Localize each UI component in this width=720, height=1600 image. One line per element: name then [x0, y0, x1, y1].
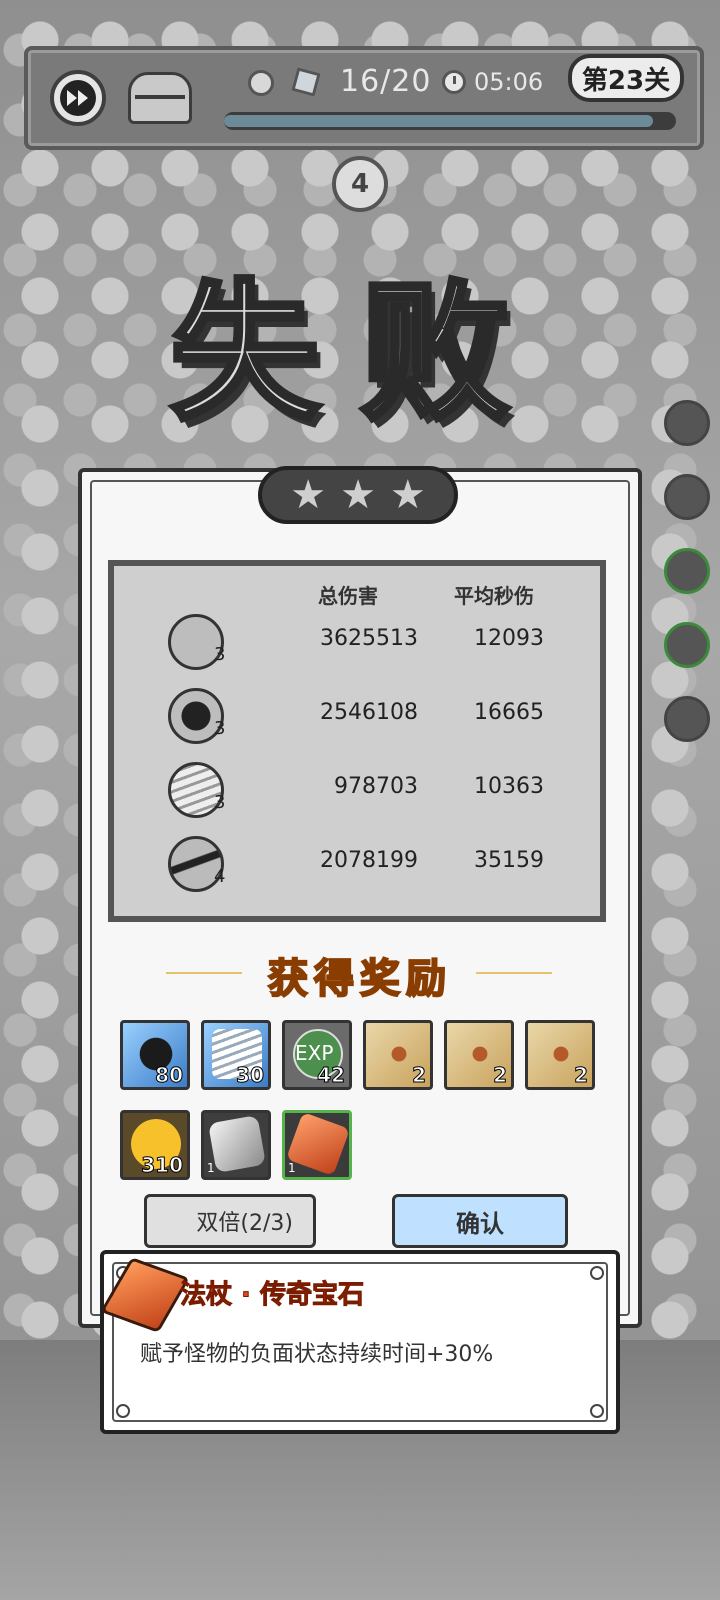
stone-icon: [208, 1115, 266, 1173]
dps-value: 35159: [474, 848, 544, 873]
coin-icon: [248, 70, 274, 96]
wave-counter: 16/20: [340, 64, 432, 99]
skill-level: 3: [214, 718, 226, 739]
reward-item[interactable]: EXP 42: [282, 1020, 352, 1090]
total-damage-value: 2078199: [320, 848, 418, 873]
reward-item[interactable]: 2: [363, 1020, 433, 1090]
legendary-gem-icon: [100, 1257, 190, 1333]
item-count: 310: [141, 1153, 184, 1178]
skill-icon: [664, 400, 710, 446]
clock-icon: [442, 70, 466, 94]
side-skill-icons: [664, 400, 714, 770]
corner-dot: [590, 1404, 604, 1418]
wave-progress-bar: [224, 112, 676, 130]
skill-icon: [664, 474, 710, 520]
reward-item[interactable]: 1: [201, 1110, 271, 1180]
dps-value: 12093: [474, 626, 544, 651]
skill-icon: [664, 622, 710, 668]
total-damage-value: 3625513: [320, 626, 418, 651]
fast-forward-icon: [67, 90, 88, 106]
wave-progress-fill: [224, 115, 654, 127]
stats-row: 3 2546108 16665: [114, 688, 600, 748]
damage-stats-table: 总伤害 平均秒伤 3 3625513 12093 3 2546108 16665…: [108, 560, 606, 922]
total-damage-header: 总伤害: [318, 584, 378, 608]
gem-icon: [291, 67, 321, 97]
treasure-chest-button[interactable]: [128, 72, 192, 124]
average-dps-header: 平均秒伤: [454, 584, 534, 608]
item-tooltip: 法杖 · 传奇宝石 赋予怪物的负面状态持续时间+30%: [100, 1250, 620, 1434]
total-damage-value: 2546108: [320, 700, 418, 725]
skill-level: 3: [214, 644, 226, 665]
dps-value: 10363: [474, 774, 544, 799]
double-reward-button[interactable]: 双倍(2/3): [144, 1194, 316, 1248]
rewards-title: 获得奖励: [267, 954, 452, 1003]
item-count: 2: [574, 1063, 589, 1088]
item-count: 80: [155, 1063, 184, 1088]
item-count: 1: [288, 1161, 296, 1175]
confirm-button[interactable]: 确认: [392, 1194, 568, 1248]
corner-dot: [590, 1266, 604, 1280]
failure-title: 失败: [167, 263, 550, 444]
star-rating: ★ ★ ★: [258, 466, 458, 524]
star-icon: ★: [290, 472, 327, 518]
total-damage-value: 978703: [334, 774, 418, 799]
star-icon: ★: [389, 472, 426, 518]
top-hud: 16/20 05:06 第23关: [24, 46, 704, 150]
stats-row: 4 2078199 35159: [114, 836, 600, 896]
stats-row: 3 3625513 12093: [114, 614, 600, 674]
skill-level: 4: [214, 866, 226, 887]
item-count: 30: [236, 1063, 265, 1088]
reward-item[interactable]: 2: [444, 1020, 514, 1090]
decorative-divider: [476, 972, 552, 974]
tooltip-title: 法杖 · 传奇宝石: [180, 1280, 365, 1311]
item-count: 1: [207, 1161, 215, 1175]
result-panel: ★ ★ ★ 总伤害 平均秒伤 3 3625513 12093 3 2546108…: [78, 466, 642, 1328]
reward-item[interactable]: 30: [201, 1020, 271, 1090]
reward-item[interactable]: 80: [120, 1020, 190, 1090]
skill-icon: [664, 696, 710, 742]
exp-label: EXP: [295, 1041, 334, 1065]
fast-forward-button[interactable]: [50, 70, 106, 126]
skill-level: 3: [214, 792, 226, 813]
corner-dot: [116, 1404, 130, 1418]
star-icon: ★: [340, 472, 376, 518]
skill-icon: [664, 548, 710, 594]
reward-item[interactable]: 310: [120, 1110, 190, 1180]
item-count: 42: [317, 1063, 346, 1088]
timer: 05:06: [474, 68, 544, 96]
reward-item[interactable]: 2: [525, 1020, 595, 1090]
stats-row: 3 978703 10363: [114, 762, 600, 822]
wave-number-badge: 4: [332, 156, 388, 212]
item-count: 2: [412, 1063, 427, 1088]
tooltip-description: 赋予怪物的负面状态持续时间+30%: [140, 1342, 494, 1367]
level-badge: 第23关: [568, 54, 684, 102]
item-count: 2: [493, 1063, 508, 1088]
reward-item[interactable]: 1: [282, 1110, 352, 1180]
dps-value: 16665: [474, 700, 544, 725]
